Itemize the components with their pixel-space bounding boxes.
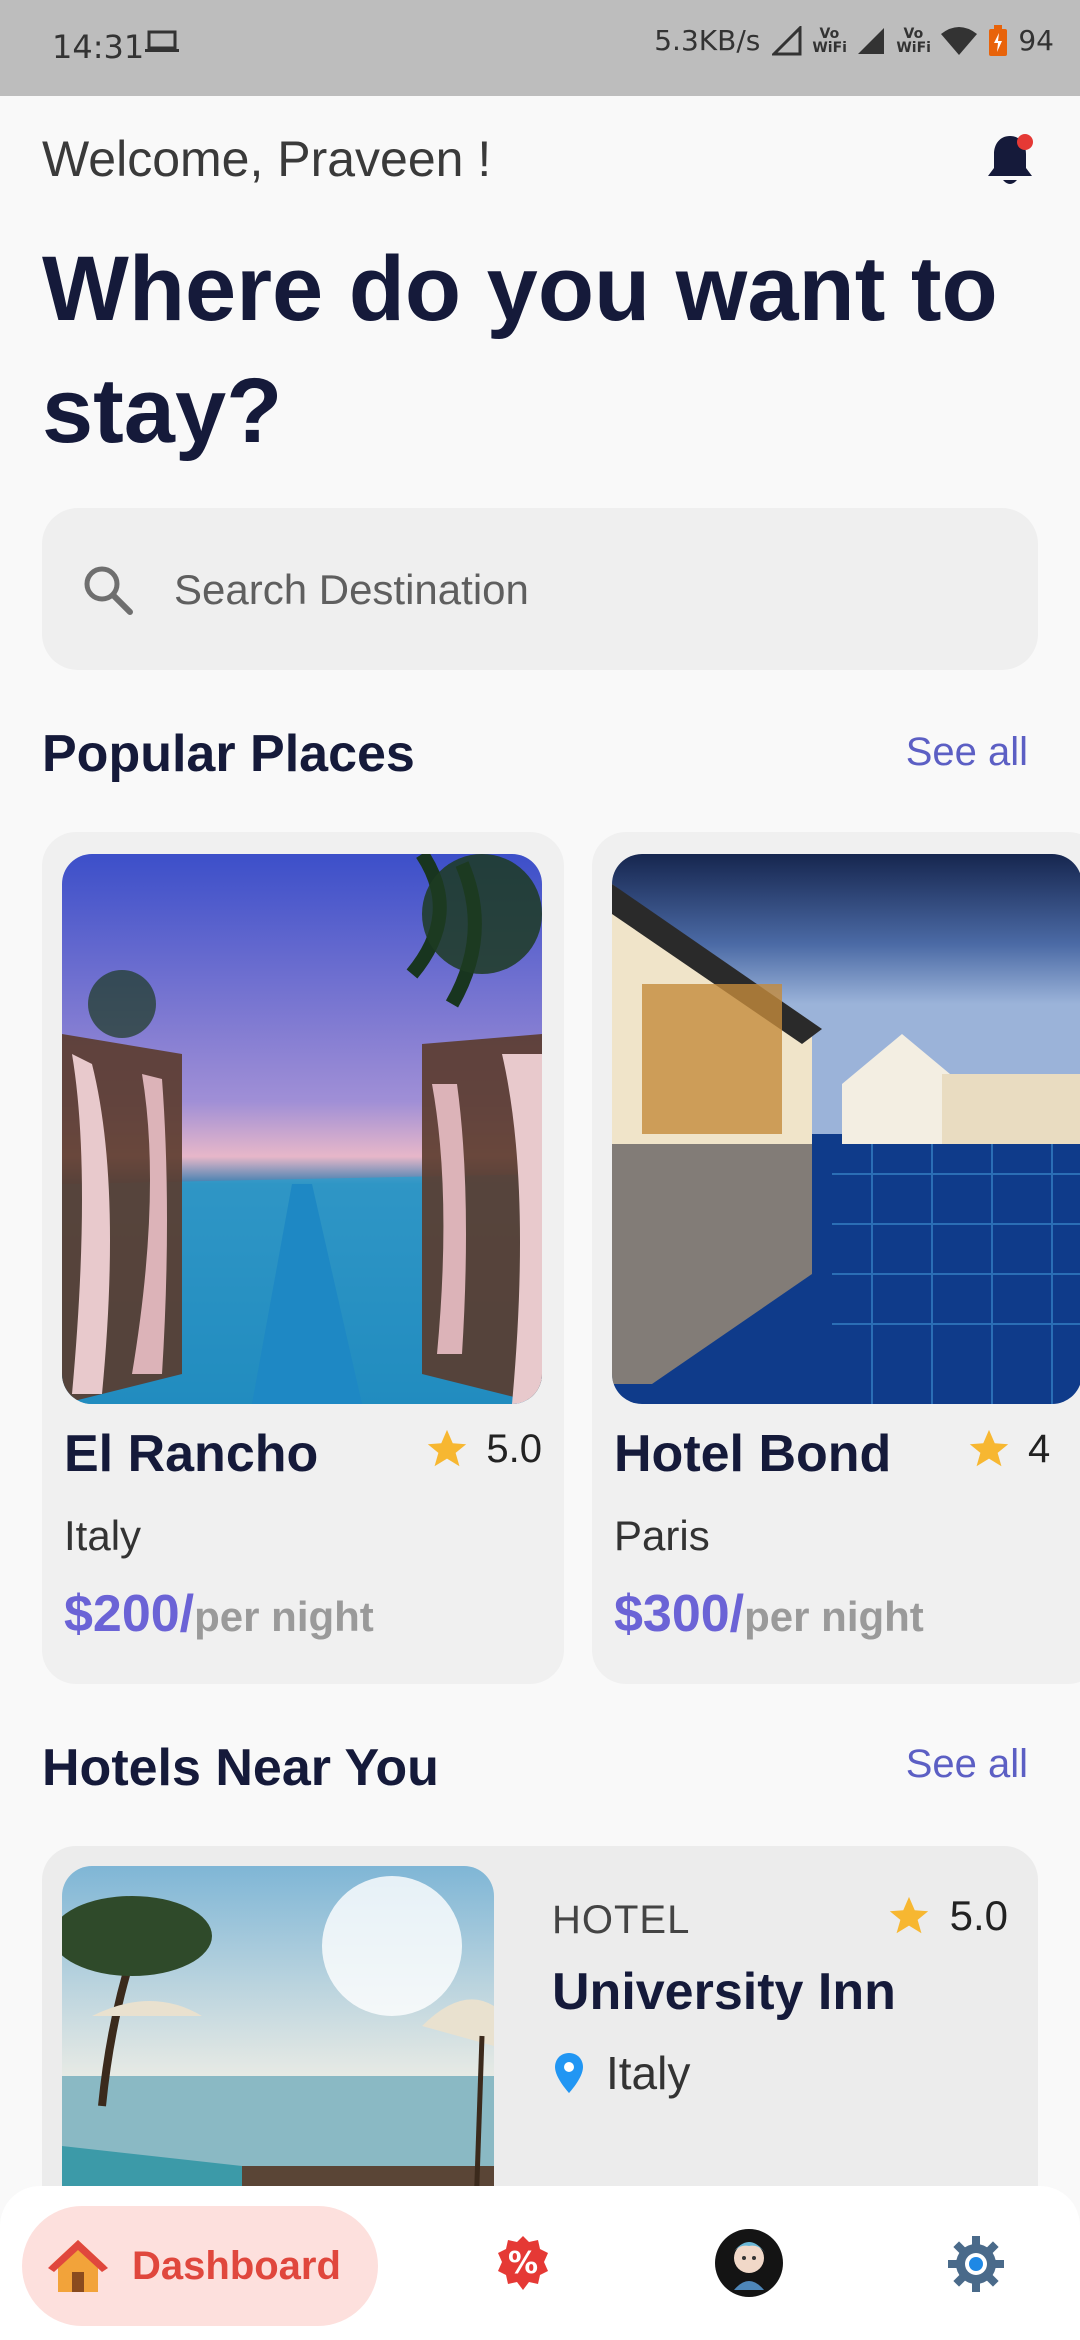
popular-card-price: $200/per night bbox=[64, 1584, 374, 1644]
popular-card-location: Paris bbox=[614, 1512, 710, 1559]
signal-icon bbox=[772, 25, 802, 55]
svg-text:%: % bbox=[508, 2246, 538, 2281]
price-unit: per night bbox=[194, 1593, 374, 1640]
status-bar: 14:31 5.3KB/s Vo WiFi Vo WiFi 94 bbox=[0, 0, 1080, 96]
star-icon bbox=[969, 1429, 1009, 1467]
signal-icon bbox=[858, 27, 885, 54]
hotel-name: University Inn bbox=[552, 1963, 896, 2021]
home-icon bbox=[48, 2240, 108, 2292]
battery-level: 94 bbox=[1018, 24, 1054, 57]
search-input[interactable] bbox=[172, 556, 996, 624]
popular-card-name: Hotel Bond bbox=[614, 1425, 892, 1483]
rating: 5.0 bbox=[886, 1892, 1008, 1940]
price-unit: per night bbox=[744, 1593, 924, 1640]
popular-see-all-link[interactable]: See all bbox=[906, 730, 1028, 775]
rating-value: 5.0 bbox=[486, 1426, 542, 1471]
discount-icon[interactable]: % bbox=[494, 2234, 552, 2292]
star-icon bbox=[889, 1896, 928, 1934]
vowifi-label: Vo WiFi bbox=[896, 25, 931, 56]
popular-card-el-rancho[interactable]: El Rancho 5.0 Italy $200/per night bbox=[42, 832, 564, 1684]
rating: 5.0 bbox=[424, 1426, 542, 1472]
hotel-location-text: Italy bbox=[606, 2047, 691, 2099]
vowifi-label: Vo WiFi bbox=[812, 25, 847, 56]
rating: 4 bbox=[966, 1426, 1050, 1472]
status-time: 14:31 bbox=[52, 28, 145, 66]
profile-avatar[interactable] bbox=[714, 2228, 784, 2298]
search-bar[interactable] bbox=[42, 508, 1038, 670]
nav-dashboard[interactable]: Dashboard bbox=[22, 2206, 378, 2326]
popular-card-location: Italy bbox=[64, 1512, 142, 1559]
price-amount: $300/ bbox=[614, 1585, 745, 1643]
nav-dashboard-label: Dashboard bbox=[132, 2243, 341, 2288]
hotels-near-you-title: Hotels Near You bbox=[42, 1739, 439, 1797]
search-icon bbox=[84, 566, 133, 615]
hotel-photo bbox=[612, 854, 1080, 1404]
price-amount: $200/ bbox=[64, 1585, 195, 1643]
hotel-photo bbox=[62, 854, 542, 1404]
network-speed: 5.3KB/s bbox=[654, 24, 761, 57]
hotel-type-label: HOTEL bbox=[552, 1898, 691, 1942]
nearby-see-all-link[interactable]: See all bbox=[906, 1742, 1028, 1787]
location-pin-icon bbox=[555, 2053, 583, 2093]
rating-value: 4 bbox=[1028, 1426, 1051, 1471]
bell-icon[interactable] bbox=[980, 130, 1040, 190]
laptop-icon bbox=[145, 30, 179, 52]
status-right: 5.3KB/s Vo WiFi Vo WiFi 94 bbox=[654, 24, 1054, 57]
hotel-location: Italy bbox=[552, 2046, 690, 2100]
popular-places-title: Popular Places bbox=[42, 725, 415, 783]
popular-card-name: El Rancho bbox=[64, 1425, 319, 1483]
page-title: Where do you want to stay? bbox=[42, 238, 998, 462]
settings-icon[interactable] bbox=[946, 2234, 1006, 2294]
star-icon bbox=[428, 1429, 467, 1467]
popular-card-hotel-bond[interactable]: Hotel Bond 4 Paris $300/per night bbox=[592, 832, 1080, 1684]
bottom-navigation: Dashboard % bbox=[0, 2186, 1080, 2340]
popular-card-price: $300/per night bbox=[614, 1584, 924, 1644]
rating-value: 5.0 bbox=[949, 1892, 1008, 1939]
welcome-text: Welcome, Praveen ! bbox=[42, 131, 492, 187]
battery-icon bbox=[989, 24, 1008, 56]
wifi-icon bbox=[941, 26, 978, 55]
